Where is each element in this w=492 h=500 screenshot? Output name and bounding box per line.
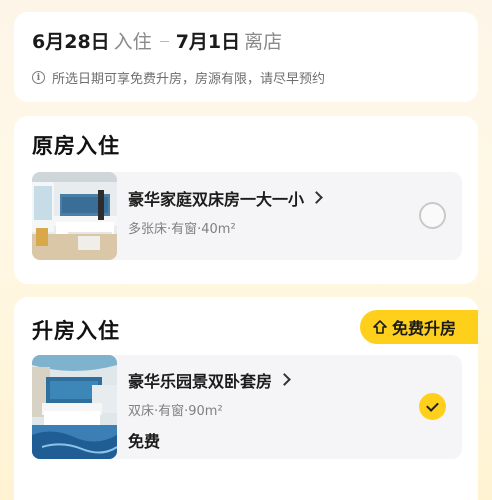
room-photo [32,172,117,260]
room-name-text: 豪华家庭双床房一大一小 [128,190,305,209]
checkin-date: 6月28日 [32,31,110,53]
room-name[interactable]: 豪华家庭双床房一大一小 [128,186,323,210]
upgrade-room-option[interactable]: 豪华乐园景双卧套房 双床·有窗·90m² 免费 [32,355,462,459]
date-card[interactable]: 6月28日 入住 7月1日 离店 i 所选日期可享免费升房，房源有限，请尽早预约 [14,12,478,102]
checkout-label: 离店 [244,31,283,53]
room-name-text: 豪华乐园景双卧套房 [128,372,273,391]
checkin-label: 入住 [113,31,152,53]
radio-selected[interactable] [419,393,446,420]
date-separator [159,41,169,42]
room-meta: 双床·有窗·90m² [128,404,223,419]
badge-text: 免费升房 [392,319,457,338]
original-room-section: 原房入住 豪华家庭双床房一大一小 多张床·有窗·40m² [14,116,478,284]
date-range[interactable]: 6月28日 入住 7月1日 离店 [32,30,478,54]
chevron-right-icon [278,372,291,386]
upgrade-room-section: 升房入住 免费升房 豪华乐园景双卧套房 双床·有窗·90m² 免费 [14,297,478,500]
free-upgrade-badge: 免费升房 [360,310,478,344]
room-name[interactable]: 豪华乐园景双卧套房 [128,368,291,392]
chevron-right-icon [310,190,323,204]
checkmark-icon [426,398,439,412]
room-photo [32,355,117,459]
room-info: 豪华家庭双床房一大一小 多张床·有窗·40m² [128,186,323,237]
room-meta: 多张床·有窗·40m² [128,222,236,237]
room-price: 免费 [128,432,161,451]
section-title: 原房入住 [32,134,120,158]
notice-text: 所选日期可享免费升房，房源有限，请尽早预约 [52,72,326,87]
radio-unselected[interactable] [419,202,446,229]
section-title: 升房入住 [32,319,120,343]
upgrade-notice: i 所选日期可享免费升房，房源有限，请尽早预约 [32,68,478,87]
original-room-option[interactable]: 豪华家庭双床房一大一小 多张床·有窗·40m² [32,172,462,260]
upgrade-house-icon [373,320,387,334]
room-info: 豪华乐园景双卧套房 双床·有窗·90m² 免费 [128,368,291,452]
info-icon: i [32,71,45,84]
checkout-date: 7月1日 [175,31,241,53]
